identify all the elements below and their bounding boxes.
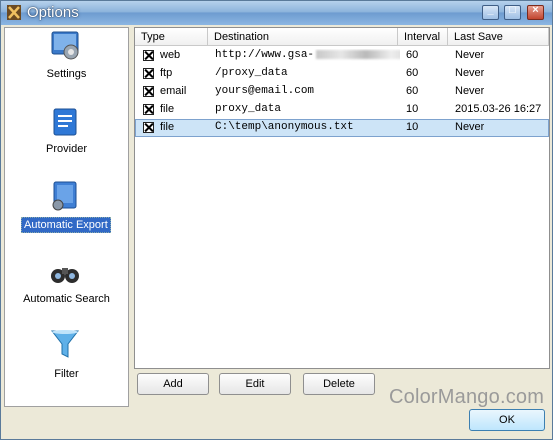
destination-text: http://www.gsa- [215, 49, 315, 61]
maximize-icon: □ [509, 4, 516, 16]
minimize-icon: _ [487, 4, 494, 16]
add-button[interactable]: Add [137, 373, 209, 395]
cell-destination: /proxy_data [215, 67, 288, 79]
sidebar-item-provider[interactable]: Provider [5, 106, 128, 176]
cell-interval: 10 [406, 103, 419, 115]
dialog-body: Settings Provider Automatic Export Autom… [1, 25, 552, 439]
cell-last-save: Never [455, 85, 485, 97]
cell-last-save: 2015.03-26 16:27 [455, 103, 542, 115]
table-row[interactable]: ftp /proxy_data 60 Never [135, 65, 549, 83]
minimize-button[interactable]: _ [482, 4, 499, 20]
row-checkbox[interactable] [143, 122, 154, 133]
maximize-button[interactable]: □ [504, 4, 521, 20]
ok-button[interactable]: OK [469, 409, 545, 431]
app-icon [7, 5, 21, 20]
title-bar[interactable]: Options _ □ × [1, 1, 552, 25]
row-checkbox[interactable] [143, 50, 154, 61]
cell-destination: proxy_data [215, 103, 282, 115]
column-header-destination[interactable]: Destination [208, 28, 398, 46]
cell-destination: http://www.gsa- [215, 49, 400, 61]
binoculars-icon [51, 268, 79, 283]
cell-destination: yours@email.com [215, 85, 315, 97]
sidebar-item-label: Filter [54, 368, 79, 380]
sidebar-item-filter[interactable]: Filter [5, 328, 128, 398]
cell-last-save: Never [455, 49, 485, 61]
cell-destination: C:\temp\anonymous.txt [215, 121, 354, 133]
table-row[interactable]: email yours@email.com 60 Never [135, 83, 549, 101]
automatic-export-icon [52, 181, 77, 211]
cell-type: email [160, 85, 187, 97]
sidebar-item-label: Automatic Search [23, 293, 110, 305]
redacted-url [316, 49, 400, 59]
window-title: Options [27, 4, 79, 21]
column-header-last-save[interactable]: Last Save [448, 28, 549, 46]
table-row[interactable]: web http://www.gsa- 60 Never [135, 47, 549, 65]
cell-interval: 60 [406, 85, 419, 97]
cell-type: file [160, 121, 175, 133]
table-row-selected[interactable]: file C:\temp\anonymous.txt 10 Never [135, 119, 549, 137]
cell-type: ftp [160, 67, 173, 79]
row-checkbox[interactable] [143, 86, 154, 97]
cell-interval: 10 [406, 121, 419, 133]
delete-button[interactable]: Delete [303, 373, 375, 395]
watermark: ColorMango.com [389, 386, 545, 408]
close-icon: × [532, 4, 539, 16]
sidebar-item-automatic-export[interactable]: Automatic Export [5, 180, 128, 250]
close-button[interactable]: × [527, 4, 544, 20]
filter-icon [50, 330, 80, 358]
cell-interval: 60 [406, 67, 419, 79]
sidebar-item-label: Settings [46, 68, 87, 80]
export-table: Type Destination Interval Last Save web … [134, 27, 550, 369]
sidebar-item-automatic-search[interactable]: Automatic Search [5, 256, 128, 326]
cell-interval: 60 [406, 49, 419, 61]
category-sidebar: Settings Provider Automatic Export Autom… [4, 27, 129, 407]
column-header-interval[interactable]: Interval [398, 28, 448, 46]
options-window: Options _ □ × Settings Provider Automati… [0, 0, 553, 440]
sidebar-item-label: Provider [46, 143, 87, 155]
row-checkbox[interactable] [143, 104, 154, 115]
settings-icon [51, 31, 79, 60]
sidebar-item-label: Automatic Export [21, 217, 111, 233]
cell-last-save: Never [455, 67, 485, 79]
row-checkbox[interactable] [143, 68, 154, 79]
cell-type: web [160, 49, 181, 61]
edit-button[interactable]: Edit [219, 373, 291, 395]
cell-last-save: Never [455, 121, 485, 133]
column-header-type[interactable]: Type [135, 28, 208, 46]
provider-icon [53, 108, 77, 136]
sidebar-item-settings[interactable]: Settings [5, 30, 128, 100]
table-row[interactable]: file proxy_data 10 2015.03-26 16:27 [135, 101, 549, 119]
cell-type: file [160, 103, 175, 115]
